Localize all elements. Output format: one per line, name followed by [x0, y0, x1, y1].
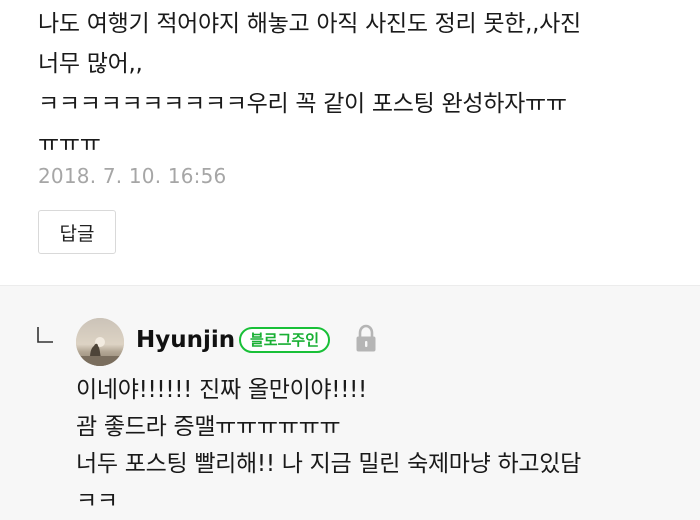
reply-arrow-icon: [37, 327, 53, 343]
comment-thread: 나도 여행기 적어야지 해놓고 아직 사진도 정리 못한,,사진 너무 많어,,…: [0, 0, 700, 520]
reply-button[interactable]: 답글: [38, 210, 116, 254]
comment-timestamp: 2018. 7. 10. 16:56: [38, 164, 227, 188]
parent-comment: 나도 여행기 적어야지 해놓고 아직 사진도 정리 못한,,사진 너무 많어,,…: [0, 0, 700, 285]
comment-text: 나도 여행기 적어야지 해놓고 아직 사진도 정리 못한,,사진 너무 많어,,…: [38, 11, 581, 157]
author-name[interactable]: Hyunjin: [136, 325, 235, 355]
lock-icon: [356, 324, 376, 352]
reply-comment: Hyunjin 블로그주인 이네야!!!!!! 진짜 올만이야!!!! 괌 좋드…: [0, 286, 700, 520]
blog-owner-badge: 블로그주인: [239, 327, 331, 353]
reply-text: 이네야!!!!!! 진짜 올만이야!!!! 괌 좋드라 증맬ㅠㅠㅠㅠㅠㅠ 너두 …: [76, 377, 581, 514]
avatar[interactable]: [76, 318, 124, 366]
